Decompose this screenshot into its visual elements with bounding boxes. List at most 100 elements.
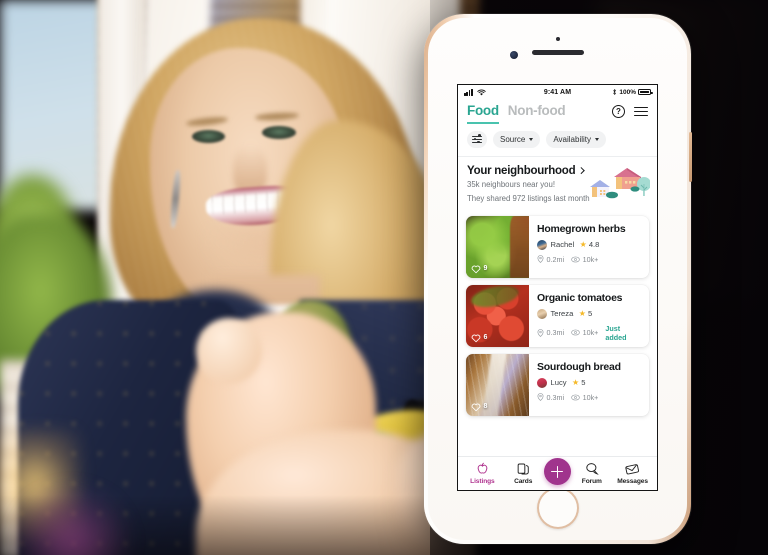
listing-details: Homegrown herbs Rachel ★ 4.8 0.2mi 10k+	[529, 216, 649, 278]
listing-views: 10k+	[571, 393, 598, 402]
favourite-count: 8	[483, 403, 488, 411]
listing-card[interactable]: 9 Homegrown herbs Rachel ★ 4.8 0.2mi 10k…	[466, 215, 649, 278]
power-button[interactable]	[689, 132, 692, 182]
status-badge: Just added	[605, 323, 627, 342]
photo-eye-left	[192, 130, 225, 143]
avatar-lucy	[537, 377, 547, 388]
proximity-sensor-icon	[555, 37, 560, 41]
nav-label-listings: Listings	[470, 478, 495, 485]
listing-meta: 0.2mi 10k+	[537, 255, 642, 264]
listing-owner: Lucy ★ 5	[537, 377, 642, 388]
nav-label-cards: Cards	[514, 478, 533, 485]
filter-chip-source-label: Source	[500, 134, 526, 144]
hamburger-menu-icon[interactable]	[634, 106, 648, 117]
phone-device: 9:41 AM 100% Food Non-food ? Source Avai…	[424, 14, 692, 544]
eye-views-icon	[571, 256, 580, 263]
help-circle-icon[interactable]: ?	[612, 105, 625, 118]
listing-distance-value: 0.3mi	[546, 328, 565, 338]
eye-views-icon	[571, 394, 580, 401]
status-bar-clock: 9:41 AM	[543, 88, 572, 96]
listing-title: Organic tomatoes	[537, 291, 623, 304]
listing-distance-value: 0.2mi	[546, 254, 565, 264]
listing-details: Sourdough bread Lucy ★ 5 0.3mi 10k+	[529, 354, 649, 416]
add-listing-button[interactable]	[543, 458, 571, 485]
chevron-down-icon	[595, 138, 600, 142]
header-actions: ?	[612, 103, 648, 118]
phone-screen: 9:41 AM 100% Food Non-food ? Source Avai…	[457, 84, 658, 491]
nav-label-forum: Forum	[581, 478, 602, 485]
nav-item-forum[interactable]: Forum	[572, 462, 612, 485]
star-icon: ★	[578, 308, 586, 318]
listing-views-value: 10k+	[582, 254, 599, 264]
listing-thumbnail: 8	[466, 353, 529, 416]
listing-thumbnail: 6	[466, 284, 529, 347]
heart-outline-icon	[471, 333, 481, 343]
listing-distance: 0.2mi	[537, 255, 564, 264]
listing-rating: ★ 5	[579, 309, 592, 318]
star-icon: ★	[572, 377, 580, 387]
listing-distance: 0.3mi	[537, 393, 564, 402]
front-camera-icon	[509, 51, 518, 59]
houses-and-tree-illustration	[590, 167, 650, 198]
listing-rating-value: 4.8	[588, 240, 600, 250]
filter-sliders-icon[interactable]	[467, 130, 487, 148]
listing-owner: Tereza ★ 5	[537, 308, 642, 319]
nav-label-messages: Messages	[617, 478, 648, 485]
listing-thumbnail: 9	[466, 215, 529, 278]
favourite-badge[interactable]: 9	[471, 264, 487, 274]
envelope-icon	[625, 464, 640, 475]
listing-rating-value: 5	[581, 378, 586, 388]
tab-food[interactable]: Food	[467, 103, 499, 124]
listing-views-value: 10k+	[582, 392, 599, 402]
listing-card[interactable]: 8 Sourdough bread Lucy ★ 5 0.3mi 10k+	[466, 353, 649, 416]
favourite-count: 9	[483, 265, 488, 273]
avatar-tereza	[537, 308, 547, 319]
nav-item-cards[interactable]: Cards	[503, 462, 543, 485]
speech-bubbles-icon	[586, 463, 599, 475]
listing-title: Sourdough bread	[537, 360, 621, 373]
filter-chip-availability[interactable]: Availability	[546, 130, 607, 148]
apple-fruit-icon	[477, 462, 488, 474]
favourite-badge[interactable]: 8	[471, 402, 487, 412]
avatar-rachel	[537, 239, 547, 250]
listing-views: 10k+	[571, 255, 598, 264]
cards-stack-icon	[517, 463, 529, 475]
listing-rating: ★ 4.8	[580, 240, 600, 249]
listing-views-value: 10k+	[582, 328, 599, 338]
listing-card[interactable]: 6 Organic tomatoes Tereza ★ 5 0.3mi 10k+…	[466, 284, 649, 347]
favourite-badge[interactable]: 6	[471, 333, 487, 343]
photo-eye-right	[262, 126, 296, 139]
photo-thumb	[196, 318, 262, 384]
bottom-navigation: Listings Cards Forum Messages	[458, 456, 657, 490]
filter-chip-availability-label: Availability	[553, 134, 592, 144]
nav-item-listings[interactable]: Listings	[462, 462, 502, 485]
listing-rating-value: 5	[587, 309, 593, 319]
listing-meta: 0.3mi 10k+ Just added	[537, 324, 642, 342]
photo-purple-glow	[12, 485, 132, 555]
home-button[interactable]	[536, 487, 579, 529]
location-pin-icon	[537, 255, 544, 264]
filter-bar: Source Availability	[458, 124, 657, 156]
app-header: Food Non-food ?	[458, 99, 657, 124]
listing-owner-name: Lucy	[550, 378, 567, 388]
listing-rating: ★ 5	[572, 378, 585, 387]
category-tabs: Food Non-food	[467, 103, 566, 124]
listing-details: Organic tomatoes Tereza ★ 5 0.3mi 10k+ J…	[529, 285, 649, 347]
star-icon: ★	[579, 239, 587, 249]
listings-list: 9 Homegrown herbs Rachel ★ 4.8 0.2mi 10k…	[458, 214, 657, 416]
earpiece-speaker	[531, 50, 584, 55]
listing-distance: 0.3mi	[537, 328, 564, 337]
heart-outline-icon	[471, 264, 481, 274]
nav-item-messages[interactable]: Messages	[613, 462, 653, 485]
tab-non-food[interactable]: Non-food	[508, 103, 566, 124]
neighbourhood-title: Your neighbourhood	[467, 164, 576, 177]
favourite-count: 6	[483, 334, 488, 342]
location-pin-icon	[537, 328, 544, 337]
heart-outline-icon	[471, 402, 481, 412]
status-bar: 9:41 AM 100%	[458, 85, 657, 99]
location-pin-icon	[537, 393, 544, 402]
filter-chip-source[interactable]: Source	[493, 130, 541, 148]
listing-views: 10k+	[571, 328, 598, 337]
listing-owner-name: Rachel	[550, 240, 575, 250]
neighbourhood-banner[interactable]: Your neighbourhood 35k neighbours near y…	[458, 157, 657, 214]
